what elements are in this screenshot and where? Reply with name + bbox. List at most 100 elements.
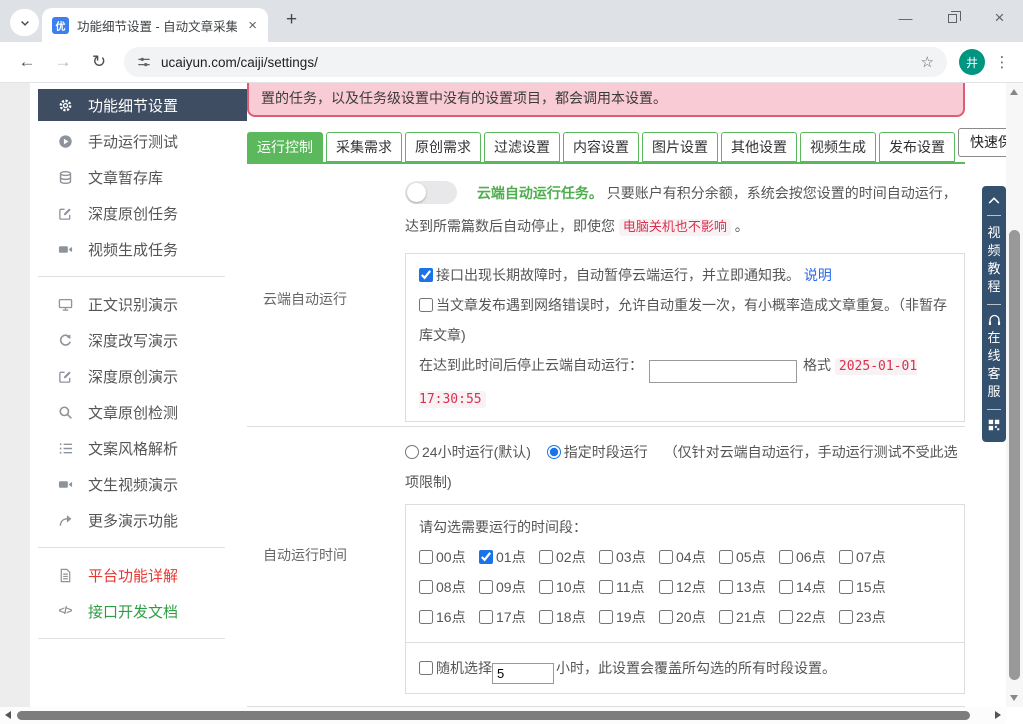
online-service-link[interactable]: 在线客服 (986, 329, 1002, 401)
tab-image-settings[interactable]: 图片设置 (642, 132, 718, 162)
tab-other-settings[interactable]: 其他设置 (721, 132, 797, 162)
address-bar[interactable]: ucaiyun.com/caiji/settings/ ☆ (124, 47, 947, 77)
sidebar-item-text-to-video-demo[interactable]: 文生视频演示 (30, 466, 247, 502)
site-settings-icon[interactable] (137, 55, 151, 69)
sidebar-item-video-generation-task[interactable]: 视频生成任务 (30, 231, 247, 267)
radio-24h-run[interactable]: 24小时运行(默认) (405, 444, 531, 460)
chevron-up-icon[interactable] (987, 195, 1001, 205)
tab-video-generation[interactable]: 视频生成 (800, 132, 876, 162)
hour-input-06[interactable] (779, 550, 793, 564)
video-tutorial-link[interactable]: 视频教程 (986, 224, 1002, 296)
hour-input-22[interactable] (779, 610, 793, 624)
random-hours-input[interactable] (492, 663, 554, 684)
hour-checkbox-01[interactable]: 01点 (479, 542, 539, 572)
radio-custom-input[interactable] (547, 445, 561, 459)
hour-checkbox-16[interactable]: 16点 (419, 602, 479, 632)
tab-search-button[interactable] (10, 9, 39, 36)
tab-run-control[interactable]: 运行控制 (247, 132, 323, 162)
browser-menu-icon[interactable]: ⋮ (991, 53, 1013, 71)
horizontal-scroll-thumb[interactable] (17, 711, 970, 720)
hour-checkbox-08[interactable]: 08点 (419, 572, 479, 602)
hour-input-19[interactable] (599, 610, 613, 624)
reload-button[interactable]: ↻ (82, 52, 116, 72)
pause-on-failure-input[interactable] (419, 268, 433, 282)
radio-custom-period[interactable]: 指定时段运行 (547, 444, 648, 460)
sidebar-item-body-recognition-demo[interactable]: 正文识别演示 (30, 286, 247, 322)
radio-24h-input[interactable] (405, 445, 419, 459)
profile-avatar[interactable]: 井 (959, 49, 985, 75)
hour-checkbox-18[interactable]: 18点 (539, 602, 599, 632)
sidebar-item-deep-original-task[interactable]: 深度原创任务 (30, 195, 247, 231)
browser-tab[interactable]: 优 功能细节设置 - 自动文章采集器 × (42, 8, 268, 42)
sidebar-item-copywriting-style-analysis[interactable]: 文案风格解析 (30, 430, 247, 466)
hour-checkbox-15[interactable]: 15点 (839, 572, 899, 602)
hour-checkbox-23[interactable]: 23点 (839, 602, 899, 632)
auto-resend-input[interactable] (419, 298, 433, 312)
hour-input-00[interactable] (419, 550, 433, 564)
sidebar-item-deep-original-demo[interactable]: 深度原创演示 (30, 358, 247, 394)
tab-close-icon[interactable]: × (245, 17, 260, 34)
hour-input-21[interactable] (719, 610, 733, 624)
vertical-scrollbar[interactable] (1006, 83, 1023, 707)
hour-input-20[interactable] (659, 610, 673, 624)
hour-input-04[interactable] (659, 550, 673, 564)
hour-checkbox-00[interactable]: 00点 (419, 542, 479, 572)
vertical-scroll-thumb[interactable] (1009, 230, 1020, 680)
hour-input-14[interactable] (779, 580, 793, 594)
tab-original-requirements[interactable]: 原创需求 (405, 132, 481, 162)
hour-input-09[interactable] (479, 580, 493, 594)
hour-checkbox-09[interactable]: 09点 (479, 572, 539, 602)
hour-checkbox-07[interactable]: 07点 (839, 542, 899, 572)
hour-checkbox-05[interactable]: 05点 (719, 542, 779, 572)
explanation-link[interactable]: 说明 (804, 267, 832, 283)
sidebar-item-deep-rewrite-demo[interactable]: 深度改写演示 (30, 322, 247, 358)
back-button[interactable]: ← (10, 52, 44, 72)
tab-filter-settings[interactable]: 过滤设置 (484, 132, 560, 162)
hour-input-18[interactable] (539, 610, 553, 624)
hour-checkbox-20[interactable]: 20点 (659, 602, 719, 632)
bookmark-star-icon[interactable]: ☆ (921, 53, 934, 71)
sidebar-item-article-cache[interactable]: 文章暂存库 (30, 159, 247, 195)
random-hours-checkbox[interactable]: 随机选择 (419, 660, 492, 676)
hour-input-23[interactable] (839, 610, 853, 624)
hour-input-12[interactable] (659, 580, 673, 594)
scroll-up-arrow[interactable] (1010, 89, 1018, 95)
hour-checkbox-11[interactable]: 11点 (599, 572, 659, 602)
hour-checkbox-17[interactable]: 17点 (479, 602, 539, 632)
hour-input-03[interactable] (599, 550, 613, 564)
scroll-left-arrow[interactable] (5, 711, 11, 719)
hour-checkbox-21[interactable]: 21点 (719, 602, 779, 632)
qr-code-icon[interactable] (987, 418, 1001, 432)
random-hours-checkbox-input[interactable] (419, 661, 433, 675)
hour-checkbox-03[interactable]: 03点 (599, 542, 659, 572)
hour-checkbox-12[interactable]: 12点 (659, 572, 719, 602)
sidebar-item-manual-run-test[interactable]: 手动运行测试 (30, 123, 247, 159)
scroll-down-arrow[interactable] (1010, 695, 1018, 701)
cloud-auto-run-toggle[interactable] (405, 181, 457, 204)
sidebar-item-platform-features[interactable]: 平台功能详解 (30, 557, 247, 593)
hour-checkbox-13[interactable]: 13点 (719, 572, 779, 602)
hour-checkbox-02[interactable]: 02点 (539, 542, 599, 572)
auto-resend-checkbox[interactable]: 当文章发布遇到网络错误时，允许自动重发一次，有小概率造成文章重复。（非暂存库文章… (419, 297, 947, 343)
new-tab-button[interactable]: + (286, 9, 297, 31)
sidebar-item-function-settings[interactable]: 功能细节设置 (38, 89, 247, 121)
hour-input-01[interactable] (479, 550, 493, 564)
window-minimize-button[interactable]: — (882, 0, 929, 36)
hour-input-13[interactable] (719, 580, 733, 594)
hour-checkbox-06[interactable]: 06点 (779, 542, 839, 572)
forward-button[interactable]: → (46, 52, 80, 72)
hour-checkbox-14[interactable]: 14点 (779, 572, 839, 602)
horizontal-scrollbar[interactable] (0, 707, 1006, 724)
hour-input-05[interactable] (719, 550, 733, 564)
scroll-right-arrow[interactable] (995, 711, 1001, 719)
hour-input-08[interactable] (419, 580, 433, 594)
url-text[interactable]: ucaiyun.com/caiji/settings/ (161, 55, 911, 70)
hour-input-15[interactable] (839, 580, 853, 594)
stop-time-input[interactable] (649, 360, 797, 383)
hour-input-02[interactable] (539, 550, 553, 564)
sidebar-item-originality-check[interactable]: 文章原创检测 (30, 394, 247, 430)
hour-input-07[interactable] (839, 550, 853, 564)
hour-input-10[interactable] (539, 580, 553, 594)
hour-checkbox-19[interactable]: 19点 (599, 602, 659, 632)
hour-input-11[interactable] (599, 580, 613, 594)
